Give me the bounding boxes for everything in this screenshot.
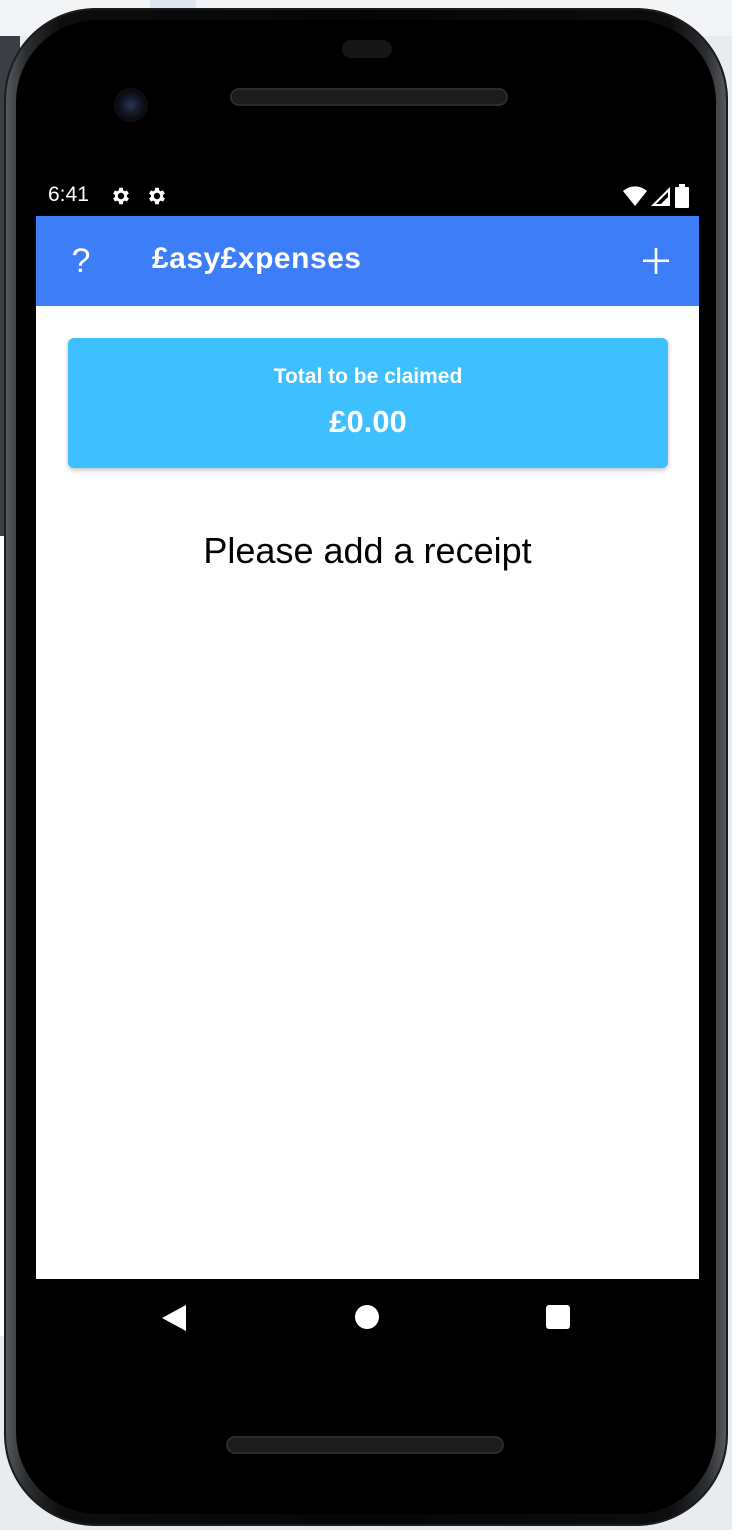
add-receipt-button[interactable] [629,234,683,288]
earpiece [342,40,392,58]
total-claim-card: Total to be claimed £0.00 [68,338,668,468]
status-bar: 6:41 [36,176,699,216]
front-camera [114,88,148,122]
top-speaker-grille [230,88,508,106]
bottom-speaker-grille [226,1436,504,1454]
app-bar: ? £asy£xpenses [36,216,699,306]
empty-state-message: Please add a receipt [203,530,532,571]
total-amount: £0.00 [329,404,407,439]
signal-icon [651,187,670,206]
status-time: 6:41 [48,183,89,206]
device-screen: 6:41 ? £asy£xpenses Total to be claimed … [36,176,699,1279]
plus-icon [643,248,669,274]
recents-icon[interactable] [546,1305,570,1329]
back-icon[interactable] [160,1303,188,1333]
status-icons [623,184,689,208]
navigation-bar [36,1279,699,1355]
gear-icon [149,187,165,205]
app-title: £asy£xpenses [152,242,362,275]
total-label: Total to be claimed [273,365,463,388]
main-content: Total to be claimed £0.00 Please add a r… [36,306,699,1279]
help-button[interactable]: ? [54,234,108,288]
wifi-icon [623,186,647,206]
battery-icon [675,184,689,208]
gear-icon [113,187,129,205]
home-icon[interactable] [355,1305,379,1329]
